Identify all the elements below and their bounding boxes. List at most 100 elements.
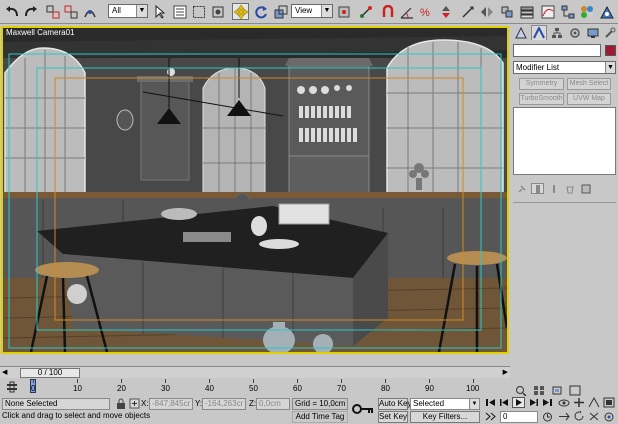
track-tick-label: 90 [425, 384, 434, 393]
percent-snap-icon[interactable]: % [417, 3, 434, 20]
prev-frame-arrow-icon[interactable]: ◀ [2, 368, 7, 376]
current-frame-field[interactable]: 0 [500, 411, 538, 423]
create-tab-icon[interactable] [513, 25, 529, 40]
modify-tab-icon[interactable] [531, 25, 547, 40]
turbosmooth-button[interactable]: TurboSmooth [519, 93, 564, 105]
camera-viewport[interactable]: Maxwell Camera01 [1, 26, 509, 354]
go-to-start-icon[interactable] [484, 397, 497, 408]
select-by-name-icon[interactable] [171, 3, 188, 20]
set-key-button[interactable]: Set Key [378, 411, 408, 423]
object-color-swatch[interactable] [605, 45, 616, 56]
layer-manager-icon[interactable] [518, 3, 535, 20]
lock-selection-icon[interactable] [114, 398, 127, 409]
key-mode-icon[interactable] [352, 403, 374, 417]
pin-stack-icon[interactable] [515, 183, 528, 194]
mini-curve-editor-icon[interactable] [6, 381, 18, 395]
track-tick-label: 100 [466, 384, 480, 393]
command-panel: Modifier List ▼ Symmetry Mesh Select Tur… [511, 24, 618, 368]
named-selection-sets-icon[interactable] [459, 3, 476, 20]
truck-camera-icon[interactable] [587, 411, 600, 422]
select-and-rotate-icon[interactable] [252, 3, 269, 20]
modifier-stack-list[interactable] [513, 107, 616, 175]
mirror-icon[interactable] [478, 3, 495, 20]
key-mode-toggle-icon[interactable] [484, 411, 497, 422]
remove-modifier-icon[interactable] [563, 183, 576, 194]
pan-view-icon[interactable] [572, 397, 585, 408]
snaps-toggle-icon[interactable] [379, 3, 396, 20]
auto-key-button[interactable]: Auto Key [378, 398, 411, 410]
display-tab-icon[interactable] [585, 25, 601, 40]
dolly-camera-icon[interactable] [557, 411, 570, 422]
time-configuration-icon[interactable] [541, 411, 554, 422]
select-and-link-icon[interactable] [44, 3, 61, 20]
object-name-input[interactable] [513, 44, 601, 57]
track-tick-label: 40 [205, 384, 214, 393]
configure-modifier-sets-icon[interactable] [579, 183, 592, 194]
motion-tab-icon[interactable] [567, 25, 583, 40]
zoom-all-icon[interactable] [532, 385, 545, 396]
use-pivot-center-icon[interactable] [335, 3, 352, 20]
previous-frame-icon[interactable] [498, 397, 511, 408]
next-frame-arrow-icon[interactable]: ▶ [503, 368, 508, 376]
track-bar[interactable]: 0 10 20 30 40 50 60 70 80 90 100 [0, 379, 510, 397]
material-editor-icon[interactable] [578, 3, 595, 20]
zoom-extents-all-icon[interactable] [568, 385, 581, 396]
orbit-camera-icon[interactable] [602, 411, 615, 422]
make-unique-icon[interactable] [547, 183, 560, 194]
mesh-select-button[interactable]: Mesh Select [567, 78, 611, 90]
utilities-tab-icon[interactable] [602, 25, 618, 40]
maximize-viewport-icon[interactable] [602, 397, 615, 408]
time-slider-thumb[interactable]: 0 / 100 [20, 368, 80, 378]
field-of-view-icon[interactable] [587, 397, 600, 408]
z-coordinate-field[interactable]: 0,0cm [256, 398, 290, 410]
track-tick-label: 30 [161, 384, 170, 393]
select-and-move-icon[interactable] [232, 3, 249, 20]
modifier-list-dropdown[interactable]: Modifier List ▼ [513, 61, 616, 74]
zoom-icon[interactable] [514, 385, 527, 396]
prompt-line: Click and drag to select and move object… [2, 411, 151, 420]
undo-icon[interactable] [3, 3, 20, 20]
track-tick-label: 10 [73, 384, 82, 393]
play-icon[interactable] [512, 397, 525, 408]
show-end-result-icon[interactable] [531, 183, 544, 194]
unlink-selection-icon[interactable] [62, 3, 79, 20]
rectangular-selection-icon[interactable] [190, 3, 207, 20]
status-bar: None Selected Click and drag to select a… [0, 397, 618, 424]
viewport-label[interactable]: Maxwell Camera01 [6, 28, 74, 37]
reference-coordinate-dropdown[interactable]: View ▼ [291, 4, 333, 18]
absolute-mode-transform-icon[interactable] [128, 398, 141, 409]
zoom-extents-icon[interactable] [550, 385, 563, 396]
x-coordinate-field[interactable]: -847,845cr [149, 398, 193, 410]
align-icon[interactable] [498, 3, 515, 20]
go-to-end-icon[interactable] [541, 397, 554, 408]
hierarchy-tab-icon[interactable] [549, 25, 565, 40]
track-tick-label: 0 [31, 384, 36, 393]
curve-editor-icon[interactable] [539, 3, 556, 20]
key-filters-button[interactable]: Key Filters... [410, 411, 480, 423]
selection-status: None Selected [2, 398, 110, 410]
angle-snap-icon[interactable] [398, 3, 415, 20]
y-coordinate-field[interactable]: -164,263cr [202, 398, 246, 410]
orbit-icon[interactable] [557, 397, 570, 408]
key-set-dropdown[interactable]: Selected ▼ [410, 398, 480, 410]
render-scene-icon[interactable] [598, 3, 615, 20]
redo-icon[interactable] [22, 3, 39, 20]
kitchen-scene-render [3, 28, 507, 352]
uvw-map-button[interactable]: UVW Map [567, 93, 611, 105]
symmetry-button[interactable]: Symmetry [519, 78, 564, 90]
roll-camera-icon[interactable] [572, 411, 585, 422]
add-time-tag-button[interactable]: Add Time Tag [292, 411, 348, 423]
window-crossing-icon[interactable] [209, 3, 226, 20]
viewport-nav-row-1 [512, 384, 618, 397]
bind-to-space-warp-icon[interactable] [81, 3, 98, 20]
select-and-scale-icon[interactable] [272, 3, 289, 20]
schematic-view-icon[interactable] [559, 3, 576, 20]
spinner-snap-icon[interactable] [437, 3, 454, 20]
select-and-manipulate-icon[interactable] [357, 3, 374, 20]
time-slider[interactable]: 0 / 100 ◀ ▶ [0, 366, 510, 378]
next-frame-icon[interactable] [527, 397, 540, 408]
parameters-rollout-area [513, 202, 616, 362]
select-object-icon[interactable] [151, 3, 168, 20]
selection-filter-dropdown[interactable]: All ▼ [108, 4, 148, 18]
track-tick-label: 80 [381, 384, 390, 393]
